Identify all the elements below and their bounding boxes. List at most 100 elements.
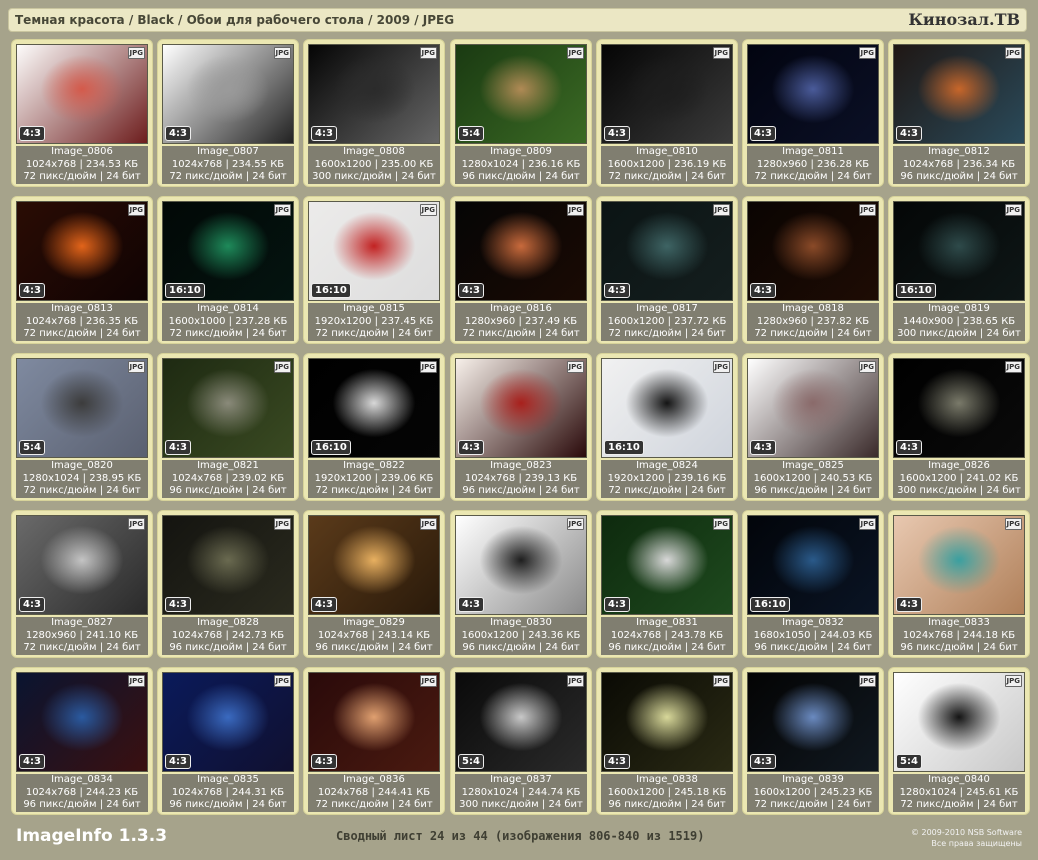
thumbnail-card[interactable]: JPG 4:3 Image_0813 1024x768 | 236.35 КБ 72 п… (11, 196, 153, 344)
thumbnail-card[interactable]: JPG 5:4 Image_0820 1280x1024 | 238.95 КБ 72 … (11, 353, 153, 501)
thumbnail-image[interactable]: JPG 4:3 (747, 44, 879, 144)
image-bit-depth: 24 бит (986, 328, 1021, 339)
thumbnail-image[interactable]: JPG 4:3 (308, 672, 440, 772)
thumbnail-card[interactable]: JPG 4:3 Image_0831 1024x768 | 243.78 КБ 96 п… (596, 510, 738, 658)
image-name: Image_0828 (197, 617, 259, 628)
thumbnail-image[interactable]: JPG 4:3 (747, 201, 879, 301)
image-dimensions: 1024x768 (25, 315, 77, 327)
separator: | (810, 786, 821, 798)
thumbnail-image[interactable]: JPG 4:3 (162, 672, 294, 772)
image-info: Image_0821 1024x768 | 239.02 КБ 96 пикс/дю… (162, 460, 294, 498)
thumbnail-card[interactable]: JPG 5:4 Image_0837 1280x1024 | 244.74 КБ 300… (450, 667, 592, 815)
thumbnail-image[interactable]: JPG 5:4 (16, 358, 148, 458)
aspect-ratio-badge: 4:3 (896, 126, 922, 141)
image-dimensions: 1600x1200 (607, 786, 665, 798)
thumbnail-image[interactable]: JPG 4:3 (893, 358, 1025, 458)
thumbnail-image[interactable]: JPG 4:3 (747, 358, 879, 458)
image-resolution-depth: 300 пикс/дюйм | 24 бит (455, 799, 587, 812)
thumbnail-card[interactable]: JPG 4:3 Image_0826 1600x1200 | 241.02 КБ 300… (888, 353, 1030, 501)
thumbnail-image[interactable]: JPG 16:10 (747, 515, 879, 615)
thumbnail-image[interactable]: JPG 5:4 (893, 672, 1025, 772)
thumbnail-card[interactable]: JPG 4:3 Image_0816 1280x960 | 237.49 КБ 72 п… (450, 196, 592, 344)
thumbnail-card[interactable]: JPG 4:3 Image_0817 1600x1200 | 237.72 КБ 72 … (596, 196, 738, 344)
thumbnail-card[interactable]: JPG 16:10 Image_0824 1920x1200 | 239.16 КБ 7… (596, 353, 738, 501)
separator: | (222, 629, 233, 641)
image-info: Image_0819 1440x900 | 238.65 КБ 300 пикс/д… (893, 303, 1025, 341)
breadcrumb: Темная красота / Black / Обои для рабоче… (15, 13, 455, 27)
image-bit-depth: 24 бит (252, 328, 287, 339)
thumbnail-card[interactable]: JPG 4:3 Image_0821 1024x768 | 239.02 КБ 96 п… (157, 353, 299, 501)
thumbnail-image[interactable]: JPG 4:3 (162, 358, 294, 458)
thumbnail-card[interactable]: JPG 16:10 Image_0819 1440x900 | 238.65 КБ 30… (888, 196, 1030, 344)
image-bit-depth: 24 бит (545, 485, 580, 496)
thumbnail-image[interactable]: JPG 5:4 (455, 44, 587, 144)
image-info: Image_0818 1280x960 | 237.82 КБ 72 пикс/дю… (747, 303, 879, 341)
thumbnail-image[interactable]: JPG 4:3 (601, 515, 733, 615)
thumbnail-card[interactable]: JPG 4:3 Image_0830 1600x1200 | 243.36 КБ 96 … (450, 510, 592, 658)
thumbnail-card[interactable]: JPG 4:3 Image_0812 1024x768 | 236.34 КБ 96 п… (888, 39, 1030, 187)
thumbnail-image[interactable]: JPG 4:3 (893, 515, 1025, 615)
thumbnail-image[interactable]: JPG 4:3 (455, 201, 587, 301)
thumbnail-image[interactable]: JPG 4:3 (16, 44, 148, 144)
separator: | (810, 472, 821, 484)
thumbnail-card[interactable]: JPG 4:3 Image_0829 1024x768 | 243.14 КБ 96 п… (303, 510, 445, 658)
thumbnail-card[interactable]: JPG 4:3 Image_0834 1024x768 | 244.23 КБ 96 п… (11, 667, 153, 815)
thumbnail-image[interactable]: JPG 16:10 (308, 358, 440, 458)
thumbnail-image[interactable]: JPG 4:3 (893, 44, 1025, 144)
thumbnail-card[interactable]: JPG 4:3 Image_0807 1024x768 | 234.55 КБ 72 п… (157, 39, 299, 187)
thumbnail-card[interactable]: JPG 4:3 Image_0811 1280x960 | 236.28 КБ 72 п… (742, 39, 884, 187)
image-filesize: 239.13 КБ (525, 472, 578, 484)
thumbnail-card[interactable]: JPG 4:3 Image_0825 1600x1200 | 240.53 КБ 96 … (742, 353, 884, 501)
thumbnail-image[interactable]: JPG 16:10 (308, 201, 440, 301)
thumbnail-image[interactable]: JPG 4:3 (455, 515, 587, 615)
image-bit-depth: 24 бит (837, 171, 872, 182)
thumbnail-image[interactable]: JPG 4:3 (16, 515, 148, 615)
thumbnail-card[interactable]: JPG 4:3 Image_0833 1024x768 | 244.18 КБ 96 п… (888, 510, 1030, 658)
thumbnail-image[interactable]: JPG 4:3 (162, 515, 294, 615)
thumbnail-image[interactable]: JPG 4:3 (601, 44, 733, 144)
thumbnail-card[interactable]: JPG 5:4 Image_0840 1280x1024 | 245.61 КБ 72 … (888, 667, 1030, 815)
thumbnail-card[interactable]: JPG 16:10 Image_0814 1600x1000 | 237.28 КБ 7… (157, 196, 299, 344)
thumbnail-image[interactable]: JPG 4:3 (747, 672, 879, 772)
jpg-format-icon: JPG (566, 47, 584, 59)
thumbnail-card[interactable]: JPG 16:10 Image_0832 1680x1050 | 244.03 КБ 9… (742, 510, 884, 658)
thumbnail-image[interactable]: JPG 4:3 (601, 672, 733, 772)
thumbnail-image[interactable]: JPG 5:4 (455, 672, 587, 772)
image-dpi: 72 пикс/дюйм (754, 799, 828, 810)
thumbnail-image[interactable]: JPG 4:3 (308, 44, 440, 144)
thumbnail-card[interactable]: JPG 4:3 Image_0810 1600x1200 | 236.19 КБ 72 … (596, 39, 738, 187)
thumbnail-image[interactable]: JPG 16:10 (162, 201, 294, 301)
thumbnail-image[interactable]: JPG 4:3 (455, 358, 587, 458)
thumbnail-card[interactable]: JPG 16:10 Image_0822 1920x1200 | 239.06 КБ 7… (303, 353, 445, 501)
separator: | (827, 171, 838, 182)
thumbnail-card[interactable]: JPG 4:3 Image_0838 1600x1200 | 245.18 КБ 96 … (596, 667, 738, 815)
site-title: Кинозал.ТВ (908, 10, 1020, 29)
thumbnail-card[interactable]: JPG 4:3 Image_0808 1600x1200 | 235.00 КБ 300… (303, 39, 445, 187)
image-name: Image_0834 (51, 774, 113, 785)
thumbnail-card[interactable]: JPG 4:3 Image_0806 1024x768 | 234.53 КБ 72 п… (11, 39, 153, 187)
thumbnail-image[interactable]: JPG 16:10 (601, 358, 733, 458)
thumbnail-card[interactable]: JPG 4:3 Image_0839 1600x1200 | 245.23 КБ 72 … (742, 667, 884, 815)
image-dimensions-size: 1600x1200 | 245.18 КБ (601, 787, 733, 800)
thumbnail-card[interactable]: JPG 16:10 Image_0815 1920x1200 | 237.45 КБ 7… (303, 196, 445, 344)
thumbnail-image[interactable]: JPG 4:3 (16, 672, 148, 772)
thumbnail-image[interactable]: JPG 4:3 (601, 201, 733, 301)
thumbnail-card[interactable]: JPG 4:3 Image_0835 1024x768 | 244.31 КБ 96 п… (157, 667, 299, 815)
thumbnail-image[interactable]: JPG 4:3 (16, 201, 148, 301)
image-resolution-depth: 72 пикс/дюйм | 24 бит (601, 485, 733, 498)
thumbnail-image[interactable]: JPG 4:3 (308, 515, 440, 615)
separator: | (976, 485, 987, 496)
thumbnail-card[interactable]: JPG 4:3 Image_0836 1024x768 | 244.41 КБ 72 п… (303, 667, 445, 815)
image-bit-depth: 24 бит (837, 328, 872, 339)
separator: | (681, 171, 692, 182)
thumbnail-card[interactable]: JPG 4:3 Image_0818 1280x960 | 237.82 КБ 72 п… (742, 196, 884, 344)
thumbnail-image[interactable]: JPG 16:10 (893, 201, 1025, 301)
image-bit-depth: 24 бит (398, 799, 433, 810)
separator: | (681, 642, 692, 653)
jpg-format-icon: JPG (566, 675, 584, 687)
thumbnail-card[interactable]: JPG 4:3 Image_0828 1024x768 | 242.73 КБ 96 п… (157, 510, 299, 658)
thumbnail-card[interactable]: JPG 5:4 Image_0809 1280x1024 | 236.16 КБ 96 … (450, 39, 592, 187)
thumbnail-card[interactable]: JPG 4:3 Image_0827 1280x960 | 241.10 КБ 72 п… (11, 510, 153, 658)
thumbnail-card[interactable]: JPG 4:3 Image_0823 1024x768 | 239.13 КБ 96 п… (450, 353, 592, 501)
thumbnail-image[interactable]: JPG 4:3 (162, 44, 294, 144)
